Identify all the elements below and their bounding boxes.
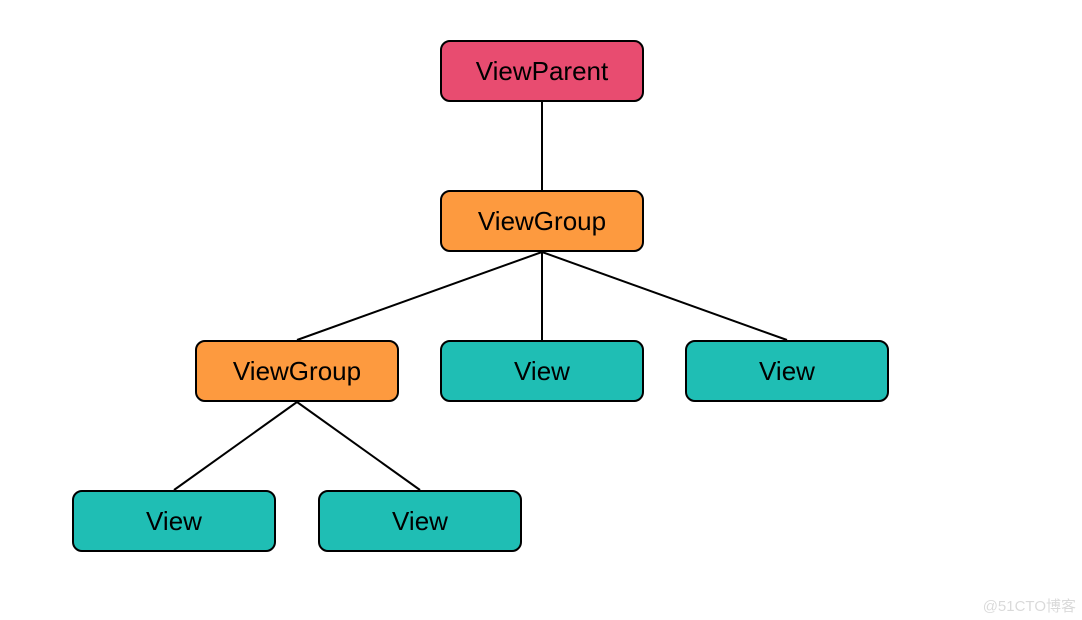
- node-view-d: View: [318, 490, 522, 552]
- node-label: View: [514, 356, 570, 387]
- node-view-b: View: [685, 340, 889, 402]
- node-viewgroup-1: ViewGroup: [440, 190, 644, 252]
- node-viewgroup-2: ViewGroup: [195, 340, 399, 402]
- edge: [297, 402, 420, 490]
- edge: [542, 252, 787, 340]
- node-label: View: [146, 506, 202, 537]
- edge: [297, 252, 542, 340]
- node-label: View: [759, 356, 815, 387]
- node-view-a: View: [440, 340, 644, 402]
- node-label: View: [392, 506, 448, 537]
- node-label: ViewGroup: [233, 356, 361, 387]
- node-viewparent: ViewParent: [440, 40, 644, 102]
- node-view-c: View: [72, 490, 276, 552]
- watermark: @51CTO博客: [983, 595, 1076, 616]
- node-label: ViewParent: [476, 56, 609, 87]
- edge: [174, 402, 297, 490]
- node-label: ViewGroup: [478, 206, 606, 237]
